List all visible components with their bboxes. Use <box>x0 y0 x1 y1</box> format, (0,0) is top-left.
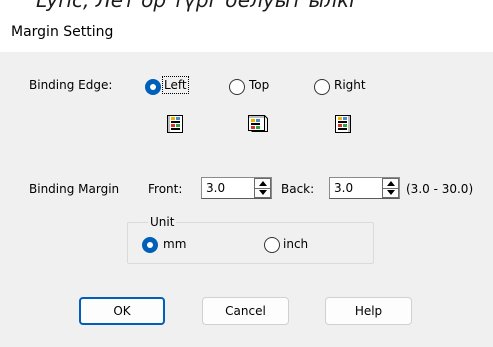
spin-up-arrow-icon <box>387 181 395 186</box>
radio-binding-top[interactable] <box>229 79 245 95</box>
spin-down-arrow-icon <box>387 190 395 195</box>
front-margin-label: Front: <box>148 182 183 196</box>
radio-binding-left-label[interactable]: Left <box>162 76 189 94</box>
front-margin-input[interactable] <box>204 180 240 196</box>
ok-button[interactable]: OK <box>79 297 165 325</box>
help-button[interactable]: Help <box>325 297 412 325</box>
spin-down-arrow-icon <box>259 190 267 195</box>
book-top-binding-icon <box>247 113 268 133</box>
margin-range-text: (3.0 - 30.0) <box>406 182 474 196</box>
radio-unit-inch[interactable] <box>264 237 280 253</box>
front-margin-decrement-button[interactable] <box>255 188 270 197</box>
window-title: Margin Setting <box>11 24 114 40</box>
back-margin-label: Back: <box>281 182 315 196</box>
back-margin-spinner <box>329 177 400 199</box>
binding-margin-label: Binding Margin <box>29 182 120 196</box>
radio-binding-top-label[interactable]: Top <box>249 78 269 92</box>
binding-edge-label: Binding Edge: <box>29 78 113 92</box>
unit-group-label: Unit <box>148 215 177 229</box>
back-margin-decrement-button[interactable] <box>383 188 398 197</box>
radio-unit-inch-label[interactable]: inch <box>283 237 308 251</box>
front-margin-spinner <box>201 177 272 199</box>
book-right-binding-icon <box>333 114 353 134</box>
back-margin-input[interactable] <box>332 180 368 196</box>
back-margin-spin-buttons <box>382 178 399 198</box>
radio-unit-mm-label[interactable]: mm <box>163 237 186 251</box>
book-left-binding-icon <box>165 114 185 134</box>
cancel-button[interactable]: Cancel <box>202 297 289 325</box>
radio-binding-left[interactable] <box>145 79 161 95</box>
radio-binding-right[interactable] <box>314 79 330 95</box>
spin-up-arrow-icon <box>259 181 267 186</box>
background-text-fragment: Lyric, Лет ор түрг белуыт ылкі <box>36 0 355 12</box>
radio-binding-right-label[interactable]: Right <box>334 78 366 92</box>
radio-unit-mm[interactable] <box>142 237 158 253</box>
front-margin-spin-buttons <box>254 178 271 198</box>
